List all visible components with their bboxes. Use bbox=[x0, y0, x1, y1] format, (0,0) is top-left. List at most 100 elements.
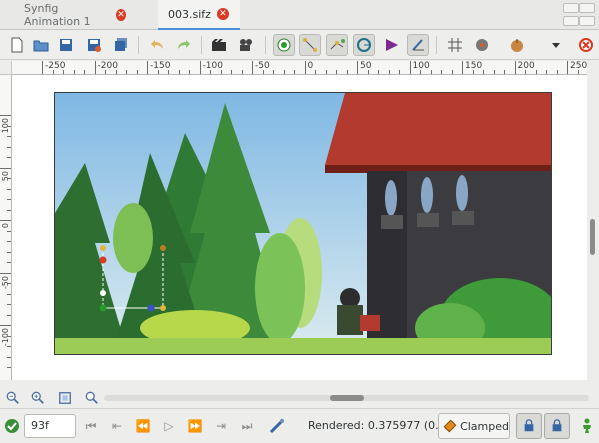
ruler-minor-tick bbox=[115, 70, 117, 74]
ruler-minor-tick bbox=[7, 178, 11, 179]
snap-grid-button[interactable] bbox=[471, 34, 493, 56]
new-file-button[interactable] bbox=[6, 34, 28, 56]
toggle-width-ducks-button[interactable] bbox=[381, 34, 403, 56]
render-preview-button[interactable] bbox=[268, 417, 286, 435]
keyframe-lock-future-button[interactable] bbox=[544, 413, 570, 439]
toggle-tangent-ducks-button[interactable] bbox=[299, 34, 321, 56]
play-button[interactable]: ▷ bbox=[160, 417, 178, 435]
window-controls bbox=[559, 0, 599, 30]
ruler-minor-tick bbox=[231, 70, 232, 74]
ruler-minor-tick bbox=[7, 199, 11, 200]
canvas-scene[interactable] bbox=[54, 92, 552, 355]
onion-skin-person-button[interactable] bbox=[578, 417, 596, 435]
ruler-minor-tick bbox=[7, 125, 11, 127]
ruler-label: 50 bbox=[360, 61, 372, 71]
zoom-100-button[interactable] bbox=[84, 390, 100, 406]
window-control-icon[interactable] bbox=[563, 16, 579, 26]
ruler-major-tick bbox=[0, 272, 11, 274]
vertical-scrollbar-thumb[interactable] bbox=[590, 219, 595, 255]
toggle-position-ducks-button[interactable] bbox=[273, 34, 295, 56]
ruler-minor-tick bbox=[294, 70, 295, 74]
vertical-scrollbar[interactable] bbox=[587, 61, 599, 380]
close-document-button[interactable] bbox=[575, 34, 597, 56]
toggle-vertex-ducks-button[interactable] bbox=[326, 34, 348, 56]
ruler-minor-tick bbox=[7, 283, 11, 284]
undo-button[interactable] bbox=[146, 34, 168, 56]
tab-synfig-animation-1[interactable]: Synfig Animation 1 ✕ bbox=[14, 0, 136, 30]
tab-label: 003.sifz bbox=[168, 7, 211, 21]
render-icon bbox=[212, 39, 226, 51]
zoom-fit-button[interactable] bbox=[57, 390, 73, 406]
open-file-button[interactable] bbox=[30, 34, 52, 56]
ruler-minor-tick bbox=[7, 346, 11, 347]
ruler-minor-tick bbox=[420, 70, 421, 74]
canvas-workarea[interactable] bbox=[12, 75, 587, 380]
show-grid-button[interactable] bbox=[444, 34, 466, 56]
ruler-minor-tick bbox=[7, 293, 11, 295]
close-icon[interactable]: ✕ bbox=[216, 8, 229, 20]
seek-prev-frame-button[interactable]: ⏪ bbox=[134, 417, 152, 435]
keyframe-lock-past-button[interactable] bbox=[516, 413, 542, 439]
close-document-icon bbox=[579, 38, 593, 52]
close-icon[interactable]: ✕ bbox=[116, 9, 126, 21]
redo-button[interactable] bbox=[173, 34, 195, 56]
render-button[interactable] bbox=[208, 34, 230, 56]
ruler-minor-tick bbox=[493, 70, 495, 74]
toggle-angle-ducks-button[interactable] bbox=[407, 34, 429, 56]
ruler-label: 200 bbox=[517, 61, 535, 71]
ruler-minor-tick bbox=[367, 70, 369, 74]
save-button[interactable] bbox=[55, 34, 77, 56]
ruler-minor-tick bbox=[483, 70, 484, 74]
tab-003-sifz[interactable]: 003.sifz ✕ bbox=[158, 0, 240, 30]
ruler-minor-tick bbox=[7, 188, 11, 190]
ruler-minor-tick bbox=[210, 70, 211, 74]
zoom-in-button[interactable] bbox=[30, 390, 46, 406]
ruler-minor-tick bbox=[126, 70, 127, 74]
animation-mode-button[interactable] bbox=[3, 417, 21, 435]
zoom-out-button[interactable] bbox=[5, 390, 21, 406]
toggle-radius-ducks-button[interactable] bbox=[353, 34, 375, 56]
seek-end-icon: ⏭ bbox=[241, 418, 253, 433]
horizontal-scrollbar-thumb[interactable] bbox=[330, 395, 364, 401]
save-as-button[interactable] bbox=[83, 34, 105, 56]
ruler-minor-tick bbox=[273, 70, 274, 74]
window-control-icon[interactable] bbox=[563, 3, 579, 13]
onion-skin-button[interactable] bbox=[506, 34, 528, 56]
ruler-minor-tick bbox=[52, 70, 54, 74]
window-control-icon[interactable] bbox=[579, 3, 595, 13]
clamped-icon bbox=[443, 419, 457, 433]
play-icon: ▷ bbox=[164, 419, 174, 433]
current-frame-field[interactable]: 93f bbox=[24, 414, 76, 438]
redo-icon bbox=[178, 40, 190, 49]
interpolation-select[interactable]: Clamped bbox=[438, 413, 510, 439]
seek-prev-keyframe-button[interactable]: ⇤ bbox=[108, 417, 126, 435]
toggle-ducks-vertex-icon bbox=[330, 39, 345, 50]
ruler-minor-tick bbox=[63, 70, 64, 74]
next-keyframe-icon: ⇥ bbox=[215, 419, 227, 433]
ruler-major-tick bbox=[304, 61, 306, 74]
ruler-minor-tick bbox=[388, 70, 390, 74]
tab-bar: Synfig Animation 1 ✕ 003.sifz ✕ bbox=[0, 0, 599, 30]
onion-skin-icon bbox=[511, 39, 523, 52]
save-icon bbox=[60, 39, 72, 51]
ruler-minor-tick bbox=[7, 209, 11, 211]
toolbar-separator bbox=[201, 36, 202, 54]
save-as-icon bbox=[88, 39, 101, 52]
seek-next-frame-button[interactable]: ⏩ bbox=[186, 417, 204, 435]
ruler-minor-tick bbox=[525, 70, 526, 74]
save-all-button[interactable] bbox=[110, 34, 132, 56]
seek-end-button[interactable]: ⏭ bbox=[238, 417, 256, 435]
seek-next-keyframe-button[interactable]: ⇥ bbox=[212, 417, 230, 435]
horizontal-scrollbar[interactable] bbox=[104, 395, 589, 401]
window-control-icon[interactable] bbox=[579, 16, 595, 26]
preview-button[interactable] bbox=[235, 34, 257, 56]
ruler-major-tick bbox=[0, 220, 11, 221]
toggle-ducks-angle-icon bbox=[412, 39, 424, 51]
dropdown-icon bbox=[552, 43, 560, 48]
seek-begin-button[interactable]: ⏮ bbox=[82, 417, 100, 435]
toolbar-dropdown[interactable] bbox=[545, 34, 567, 56]
ruler-minor-tick bbox=[136, 70, 138, 74]
ruler-minor-tick bbox=[7, 251, 11, 253]
ruler-minor-tick bbox=[7, 157, 11, 158]
keyframe-lock-icon bbox=[552, 419, 562, 432]
